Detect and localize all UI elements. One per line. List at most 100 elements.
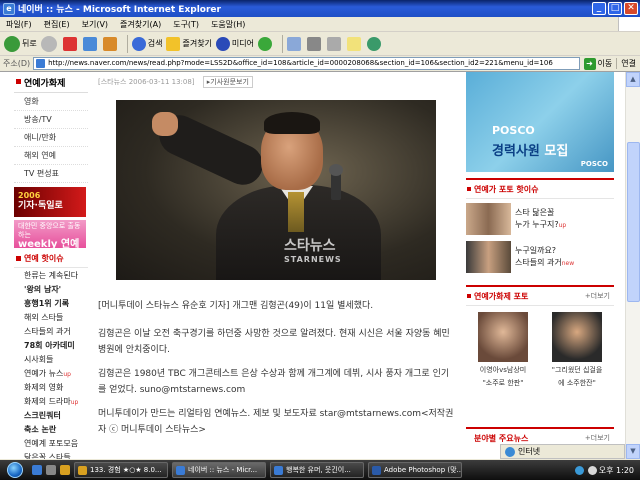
hot-issue-item[interactable]: 닮은꼴 스타들 [14,450,88,459]
links-button[interactable]: 연결 [616,58,640,69]
hot-issue-item[interactable]: 축소 논란 [14,422,88,436]
scroll-down-button[interactable]: ▼ [626,444,640,459]
photo-caption: "그리웠던 십걸을 [551,366,603,374]
thumbnail [466,241,511,273]
hot-item-title: 누구일까요? [515,246,557,255]
sidebar-item-tv-schedule[interactable]: TV 편성표 [14,165,88,183]
printer-icon [307,36,322,51]
quicklaunch-folder-icon[interactable] [60,465,70,475]
quicklaunch-desktop-icon[interactable] [46,465,56,475]
photo-hot-item[interactable]: 누구일까요? 스타들의 과거new [466,241,614,275]
taskbar-task-button[interactable]: 133. 경험 ★○★ 8.0... [74,462,168,478]
hot-issue-item[interactable]: 해외 스타들 [14,310,88,324]
zone-label: 인터넷 [518,447,541,456]
status-zone: 인터넷 [500,444,625,459]
sidebar-item-tv[interactable]: 방송/TV [14,111,88,129]
celeb-photo-head: 연예가화제 포토 +더보기 [466,285,614,306]
hot-issue-item[interactable]: 연예가 뉴스up [14,366,88,380]
address-input[interactable]: http://news.naver.com/news/read.php?mode… [33,57,580,70]
scroll-thumb[interactable] [627,142,640,302]
minimize-button[interactable]: _ [592,2,606,15]
maximize-button[interactable]: □ [608,2,622,15]
menu-tools[interactable]: 도구(T) [167,19,205,30]
go-label: 이동 [597,59,613,68]
menu-edit[interactable]: 편집(E) [38,19,76,30]
stop-button[interactable] [62,36,79,51]
windows-logo-icon [618,17,640,31]
worldcup-banner[interactable]: 2006 기자·독일로 [14,187,86,217]
original-article-button[interactable]: ▸기사원문보기 [202,76,253,88]
hot-issue-item[interactable]: '왕의 남자' [14,282,88,296]
quicklaunch-ie-icon[interactable] [32,465,42,475]
right-sidebar: POSCO 경력사원 모집 POSCO 연예가 포토 핫이슈 스타 닮은꼴 누가… [466,72,614,459]
banner-year: 2006 [18,191,41,200]
hot-issue-item[interactable]: 화제의 영화 [14,380,88,394]
hot-item-sub: 스타들의 과거new [515,258,575,267]
ad-headline: 경력사원 모집 [492,144,569,159]
menu-bar: 파일(F) 편집(E) 보기(V) 즐겨찾기(A) 도구(T) 도움말(H) [0,17,640,32]
hot-issue-item[interactable]: 시사회들 [14,352,88,366]
refresh-button[interactable] [82,36,99,51]
sidebar-item-anime[interactable]: 애니/만화 [14,129,88,147]
posco-ad-banner[interactable]: POSCO 경력사원 모집 POSCO [466,72,614,172]
hot-issue-item[interactable]: 한류는 계속된다 [14,268,88,282]
toolbar-separator [282,34,284,53]
close-button[interactable]: ✕ [624,2,638,15]
menu-view[interactable]: 보기(V) [76,19,114,30]
messenger-icon [367,36,382,51]
address-label: 주소(D) [3,59,31,68]
hot-issue-head: 연예 핫이슈 [14,253,88,268]
taskbar: 133. 경험 ★○★ 8.0... 네이버 :: 뉴스 - Micr... 행복한… [0,460,640,480]
task-label: 133. 경험 ★○★ 8.0... [90,466,162,474]
taskbar-task-button[interactable]: 네이버 :: 뉴스 - Micr... [172,462,266,478]
mail-button[interactable] [287,36,303,51]
hot-issue-item[interactable]: 스타들의 과거 [14,324,88,338]
task-app-icon [78,465,87,475]
search-button[interactable]: 검색 [131,36,162,51]
back-button[interactable]: 뒤로 [4,35,37,52]
sidebar-item-movie[interactable]: 영화 [14,93,88,111]
sidebar-item-overseas[interactable]: 해외 연예 [14,147,88,165]
hot-issue-item[interactable]: 연예계 포토모음 [14,436,88,450]
task-app-icon [176,465,185,475]
hot-issue-list: 한류는 계속된다 '왕의 남자' 흥행1위 기록 해외 스타들 스타들의 과거 78회 아… [14,268,88,459]
menu-help[interactable]: 도움말(H) [205,19,251,30]
sidebar-category-head[interactable]: 연예가화제 [14,72,88,93]
taskbar-task-button[interactable]: 행복한 유머, 웃긴이... [270,462,364,478]
article-paragraph: 김형곤은 이날 오전 축구경기를 하던중 사망한 것으로 알려졌다. 현재 시신… [98,329,450,355]
favorites-button[interactable]: 즐겨찾기 [166,36,212,51]
scroll-up-button[interactable]: ▲ [626,72,640,87]
photo-hot-issue-head: 연예가 포토 핫이슈 [466,178,614,199]
photo-caption: 에 소주한잔" [558,379,596,387]
mail-icon [287,36,302,51]
photo-hot-item[interactable]: 스타 닮은꼴 누가 누구지?up [466,203,614,237]
more-link[interactable]: +더보기 [585,433,610,443]
hot-issue-item[interactable]: 화제의 드라마up [14,394,88,408]
history-button[interactable] [258,36,274,51]
edit-button[interactable] [327,36,343,51]
go-button[interactable]: ➜ 이동 [580,57,617,70]
more-link[interactable]: +더보기 [585,291,610,301]
vertical-scrollbar[interactable]: ▲ ▼ [625,72,640,459]
article-paragraph: [머니투데이 스타뉴스 유순호 기자] 개그맨 김형곤(49)이 11일 별세했… [98,301,374,311]
standard-toolbar: 뒤로 검색 즐겨찾기 미디어 [0,32,640,56]
celeb-photo-item[interactable]: "그리웠던 십걸을 에 소주한잔" [544,312,610,388]
print-button[interactable] [307,36,323,51]
address-url: http://news.naver.com/news/read.php?mode… [48,59,553,67]
home-button[interactable] [102,36,119,51]
hot-issue-item[interactable]: 스크린쿼터 [14,408,88,422]
hot-issue-item[interactable]: 78회 아카데미 [14,338,88,352]
menu-favorites[interactable]: 즐겨찾기(A) [114,19,167,30]
hot-issue-item[interactable]: 흥행1위 기록 [14,296,88,310]
weekly-banner[interactable]: 대한민 중앙으로 출동하는 weekly 연예 [14,220,86,250]
celeb-photo-item[interactable]: 이영아vs남상미 "소주로 한판" [470,312,536,388]
start-button[interactable] [0,460,30,480]
thumbnail [466,203,511,235]
weekly-banner-title: weekly 연예 [18,239,80,250]
taskbar-task-button[interactable]: Adobe Photoshop (맞... [368,462,462,478]
menu-file[interactable]: 파일(F) [0,19,38,30]
discuss-button[interactable] [347,36,363,51]
messenger-button[interactable] [367,36,383,51]
media-button[interactable]: 미디어 [215,36,254,51]
forward-button[interactable] [40,35,59,52]
